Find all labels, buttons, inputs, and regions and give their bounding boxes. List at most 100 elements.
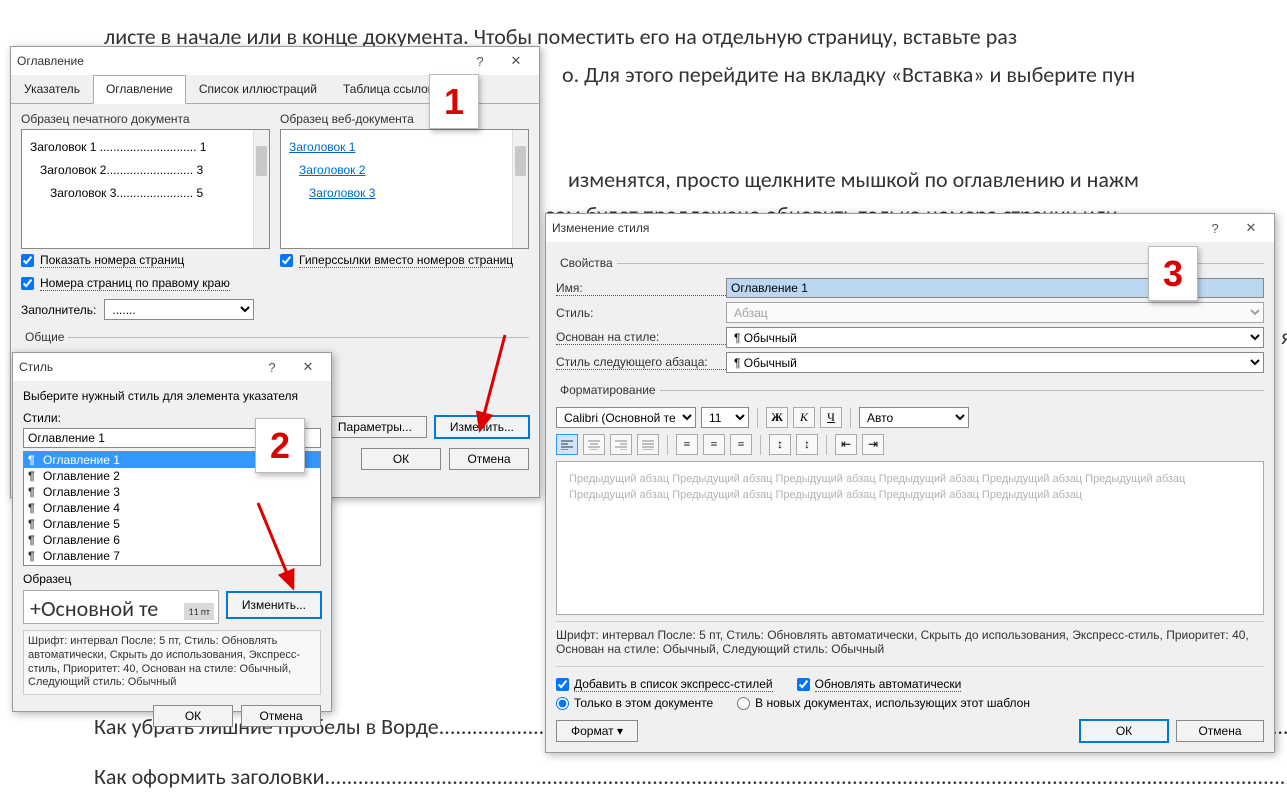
font-size-select[interactable]: 11	[701, 407, 749, 428]
toc-entry-2: Как оформить заголовки..................…	[94, 760, 1287, 793]
line-spacing-1-button[interactable]: ≡	[676, 434, 698, 455]
indent-increase-button[interactable]: ⇥	[862, 434, 884, 455]
pilcrow-icon: ¶	[28, 485, 40, 499]
list-item-label: Оглавление 3	[43, 485, 120, 499]
pilcrow-icon: ¶	[28, 517, 40, 531]
style-dialog-title: Стиль	[19, 360, 53, 374]
web-preview-link-3[interactable]: Заголовок 3	[309, 186, 375, 200]
sample-preview: +Основной те 11 пт	[23, 590, 219, 624]
italic-button[interactable]: К	[793, 407, 815, 428]
toc-dialog-title: Оглавление	[17, 54, 84, 68]
bold-button[interactable]: Ж	[766, 407, 788, 428]
space-before-dec-button[interactable]: ↕	[796, 434, 818, 455]
style-type-label: Стиль:	[556, 306, 726, 320]
close-button[interactable]: ✕	[291, 356, 325, 378]
close-button[interactable]: ✕	[499, 50, 533, 72]
callout-badge-1: 1	[429, 74, 479, 129]
tab-index[interactable]: Указатель	[11, 75, 93, 103]
scrollbar[interactable]	[512, 130, 528, 248]
space-before-inc-button[interactable]: ↕	[769, 434, 791, 455]
style-type-select: Абзац	[726, 302, 1264, 323]
tab-toc[interactable]: Оглавление	[93, 75, 186, 104]
checkbox-show-page-numbers-input[interactable]	[21, 254, 34, 267]
print-preview: Заголовок 1 ............................…	[21, 129, 270, 249]
modify-style-button[interactable]: Изменить...	[227, 592, 321, 618]
ok-button[interactable]: ОК	[361, 448, 441, 470]
checkbox-add-quick-styles[interactable]: Добавить в список экспресс-стилей	[556, 677, 773, 692]
style-dialog: Стиль ? ✕ Выберите нужный стиль для элем…	[12, 352, 332, 712]
close-button[interactable]: ✕	[1234, 217, 1268, 239]
indent-decrease-button[interactable]: ⇤	[835, 434, 857, 455]
callout-badge-3: 3	[1148, 246, 1198, 301]
web-preview-link-2[interactable]: Заголовок 2	[299, 163, 365, 177]
help-button[interactable]: ?	[1198, 217, 1232, 239]
based-on-label: Основан на стиле:	[556, 330, 726, 345]
list-item-label: Оглавление 2	[43, 469, 120, 483]
pilcrow-icon: ¶	[28, 469, 40, 483]
bg-text-line-2: о. Для этого перейдите на вкладку «Встав…	[562, 58, 1135, 91]
style-description: Шрифт: интервал После: 5 пт, Стиль: Обно…	[23, 630, 321, 695]
align-center-button[interactable]	[583, 434, 605, 455]
pilcrow-icon: ¶	[28, 533, 40, 547]
line-spacing-2-button[interactable]: ≡	[730, 434, 752, 455]
format-menu-button[interactable]: Формат ▾	[556, 720, 638, 742]
align-justify-button[interactable]	[637, 434, 659, 455]
tab-leader-select[interactable]: .......	[104, 299, 254, 320]
list-item[interactable]: ¶Оглавление 3	[24, 484, 320, 500]
next-style-label: Стиль следующего абзаца:	[556, 355, 726, 370]
modify-style-titlebar[interactable]: Изменение стиля ? ✕	[546, 214, 1274, 242]
list-item[interactable]: ¶Оглавление 5	[24, 516, 320, 532]
scrollbar[interactable]	[253, 130, 269, 248]
style-dialog-titlebar[interactable]: Стиль ? ✕	[13, 353, 331, 381]
checkbox-right-align-input[interactable]	[21, 277, 34, 290]
toc-dialog-titlebar[interactable]: Оглавление ? ✕	[11, 47, 539, 75]
checkbox-hyperlinks[interactable]: Гиперссылки вместо номеров страниц	[280, 253, 529, 268]
radio-new-documents[interactable]: В новых документах, использующих этот ша…	[737, 696, 1030, 710]
list-item[interactable]: ¶Оглавление 4	[24, 500, 320, 516]
list-item[interactable]: ¶Оглавление 8	[24, 564, 320, 566]
based-on-select[interactable]: ¶ Обычный	[726, 327, 1264, 348]
list-item[interactable]: ¶ Оглавление 7	[24, 548, 320, 564]
pilcrow-icon: ¶	[28, 565, 40, 566]
align-right-button[interactable]	[610, 434, 632, 455]
pilcrow-icon: ¶	[28, 501, 40, 515]
list-item-label: Оглавление 6	[43, 533, 120, 547]
checkbox-hyperlinks-input[interactable]	[280, 254, 293, 267]
font-color-select[interactable]: Авто	[859, 407, 969, 428]
list-item-label: Оглавление 7	[43, 549, 120, 563]
cancel-button[interactable]: Отмена	[1176, 720, 1264, 742]
web-preview-link-1[interactable]: Заголовок 1	[289, 140, 355, 154]
help-button[interactable]: ?	[255, 356, 289, 378]
list-item-label: Оглавление 1	[43, 453, 120, 467]
line-spacing-15-button[interactable]: ≡	[703, 434, 725, 455]
ok-button[interactable]: ОК	[1080, 720, 1168, 742]
help-button[interactable]: ?	[463, 50, 497, 72]
checkbox-show-page-numbers[interactable]: Показать номера страниц	[21, 253, 270, 268]
radio-this-document[interactable]: Только в этом документе	[556, 696, 713, 710]
sample-font-size: 11 пт	[184, 603, 213, 620]
cancel-button[interactable]: Отмена	[241, 705, 321, 727]
style-instruction: Выберите нужный стиль для элемента указа…	[23, 389, 321, 403]
tab-illustrations[interactable]: Список иллюстраций	[186, 75, 330, 103]
toc-dots: ........................................…	[325, 763, 1287, 790]
web-preview: Заголовок 1 Заголовок 2 Заголовок 3	[280, 129, 529, 249]
pilcrow-icon: ¶	[28, 549, 40, 563]
modify-style-title: Изменение стиля	[552, 221, 649, 235]
underline-button[interactable]: Ч	[820, 407, 842, 428]
next-style-select[interactable]: ¶ Обычный	[726, 352, 1264, 373]
checkbox-right-align[interactable]: Номера страниц по правому краю	[21, 276, 270, 291]
align-left-button[interactable]	[556, 434, 578, 455]
options-button[interactable]: Параметры...	[323, 416, 427, 438]
bg-text-edge-r: я	[1281, 320, 1287, 353]
modify-button[interactable]: Изменить...	[435, 416, 529, 438]
list-item[interactable]: ¶Оглавление 6	[24, 532, 320, 548]
checkbox-auto-update[interactable]: Обновлять автоматически	[797, 677, 962, 692]
style-summary: Шрифт: интервал После: 5 пт, Стиль: Обно…	[556, 621, 1264, 662]
cancel-button[interactable]: Отмена	[449, 448, 529, 470]
list-item-label: Оглавление 8	[43, 565, 120, 566]
paragraph-preview: Предыдущий абзац Предыдущий абзац Предыд…	[556, 461, 1264, 615]
font-family-select[interactable]: Calibri (Основной тек	[556, 407, 696, 428]
ok-button[interactable]: ОК	[153, 705, 233, 727]
name-label: Имя:	[556, 281, 726, 296]
formatting-group: Форматирование Calibri (Основной тек 11 …	[556, 383, 1264, 615]
